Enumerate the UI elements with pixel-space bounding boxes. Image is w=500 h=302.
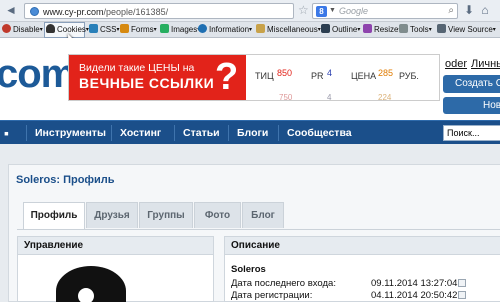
ad-subheadline: ВЕЧНЫЕ ССЫЛКИ xyxy=(79,75,215,91)
ad-currency: РУБ. xyxy=(399,71,419,81)
tab-profile[interactable]: Профиль xyxy=(23,202,85,230)
tab-photo[interactable]: Фото xyxy=(194,202,241,228)
info-toggle-icon[interactable] xyxy=(458,291,466,299)
page-title: Soleros: Профиль xyxy=(16,174,115,186)
devbar-tools[interactable]: Tools▾ xyxy=(399,24,432,36)
nav-divider xyxy=(111,125,112,141)
devbar-forms[interactable]: Forms▾ xyxy=(120,24,157,36)
nav-item-articles[interactable]: Статьи xyxy=(183,121,220,145)
resize-icon xyxy=(363,24,372,33)
nav-divider xyxy=(278,125,279,141)
last-login-value: 09.11.2014 13:27:04 xyxy=(371,278,458,289)
registered-label: Дата регистрации: xyxy=(231,290,313,301)
ad-price-value: 285 xyxy=(378,68,394,78)
devbar-miscellaneous[interactable]: Miscellaneous▾ xyxy=(256,24,321,36)
header-link-partial[interactable]: oder xyxy=(445,58,467,70)
miscellaneous-icon xyxy=(256,24,265,33)
home-icon[interactable]: ⌂ xyxy=(478,3,492,17)
ad-red-panel: Видели такие ЦЕНЫ на ВЕЧНЫЕ ССЫЛКИ ? xyxy=(69,55,246,100)
nav-item-communities[interactable]: Сообщества xyxy=(287,121,352,145)
new-button[interactable]: Нов xyxy=(443,97,500,114)
devbar-information[interactable]: Information▾ xyxy=(198,24,252,36)
devbar-images[interactable]: Images▾ xyxy=(160,24,200,36)
devbar-outline[interactable]: Outline▾ xyxy=(321,24,360,36)
create-button[interactable]: Создать С xyxy=(443,75,500,93)
site-logo[interactable]: com xyxy=(0,50,76,98)
chevron-down-icon[interactable]: ▼ xyxy=(329,7,336,14)
images-icon xyxy=(160,24,169,33)
devbar-css[interactable]: CSS▾ xyxy=(89,24,119,36)
tab-friends[interactable]: Друзья xyxy=(86,202,138,228)
tab-blog[interactable]: Блог xyxy=(242,202,284,228)
site-search-input[interactable]: Поиск... xyxy=(443,125,500,141)
devbar-resize[interactable]: Resize▾ xyxy=(363,24,401,36)
ad-headline: Видели такие ЦЕНЫ на xyxy=(79,62,195,74)
back-arrow-icon[interactable]: ◄ xyxy=(4,3,18,17)
address-bar[interactable]: www.cy-pr.com/people/161385/ xyxy=(24,3,294,19)
search-engine-icon[interactable]: 8 xyxy=(316,6,327,17)
last-login-label: Дата последнего входа: xyxy=(231,278,336,289)
ad-question-mark: ? xyxy=(215,56,239,98)
search-box[interactable]: 8 ▼ Google ⌕ xyxy=(312,3,458,19)
globe-icon xyxy=(30,7,39,16)
download-icon[interactable]: ⬇ xyxy=(462,3,476,17)
information-icon xyxy=(198,24,207,33)
cookies-icon xyxy=(46,24,55,33)
ad-tic-label: ТИЦ xyxy=(255,71,274,81)
search-input[interactable]: Google xyxy=(339,6,368,16)
tab-groups[interactable]: Группы xyxy=(139,202,193,228)
browser-toolbar: ◄ www.cy-pr.com/people/161385/ ☆ 8 ▼ Goo… xyxy=(0,0,500,22)
nav-item-tools[interactable]: Инструменты xyxy=(35,121,106,145)
search-icon[interactable]: ⌕ xyxy=(448,5,454,16)
nav-divider xyxy=(26,125,27,141)
ad-pr-label: PR xyxy=(311,71,324,81)
management-panel-title: Управление xyxy=(18,237,213,255)
nav-item-hosting[interactable]: Хостинг xyxy=(120,121,161,145)
tools-icon xyxy=(399,24,408,33)
profile-username: Soleros xyxy=(231,264,266,275)
view-source-icon xyxy=(437,24,446,33)
ad-pr-value: 4 xyxy=(327,68,333,78)
registered-value: 04.11.2014 20:50:42 xyxy=(371,290,458,301)
ad-price-label: ЦЕНА xyxy=(351,71,377,81)
forms-icon xyxy=(120,24,129,33)
devbar-disable[interactable]: Disable▾ xyxy=(2,24,43,36)
css-icon xyxy=(89,24,98,33)
ad-tic-value: 850 xyxy=(277,68,293,78)
nav-item-blogs[interactable]: Блоги xyxy=(237,121,268,145)
url-text: www.cy-pr.com/people/161385/ xyxy=(43,7,169,17)
bookmark-star-icon[interactable]: ☆ xyxy=(298,3,309,17)
nav-divider xyxy=(174,125,175,141)
avatar-detail xyxy=(76,286,96,302)
outline-icon xyxy=(321,24,330,33)
description-panel-title: Описание xyxy=(225,237,500,255)
ad-sub-value-2: 4 xyxy=(327,93,332,101)
tab-panel-border xyxy=(17,229,500,230)
ad-banner[interactable]: Видели такие ЦЕНЫ на ВЕЧНЫЕ ССЫЛКИ ? ТИЦ… xyxy=(68,54,440,101)
disable-icon xyxy=(2,24,11,33)
info-toggle-icon[interactable] xyxy=(458,279,466,287)
main-nav: ▪ Инструменты Хостинг Статьи Блоги Сообщ… xyxy=(0,120,500,144)
devbar-view-source[interactable]: View Source▾ xyxy=(437,24,496,36)
header-link-personal[interactable]: Личны xyxy=(471,58,500,70)
nav-divider xyxy=(228,125,229,141)
ad-sub-value-3: 224 xyxy=(378,93,392,101)
ad-sub-value-1: 750 xyxy=(279,93,293,101)
nav-leading-icon[interactable]: ▪ xyxy=(4,121,9,145)
